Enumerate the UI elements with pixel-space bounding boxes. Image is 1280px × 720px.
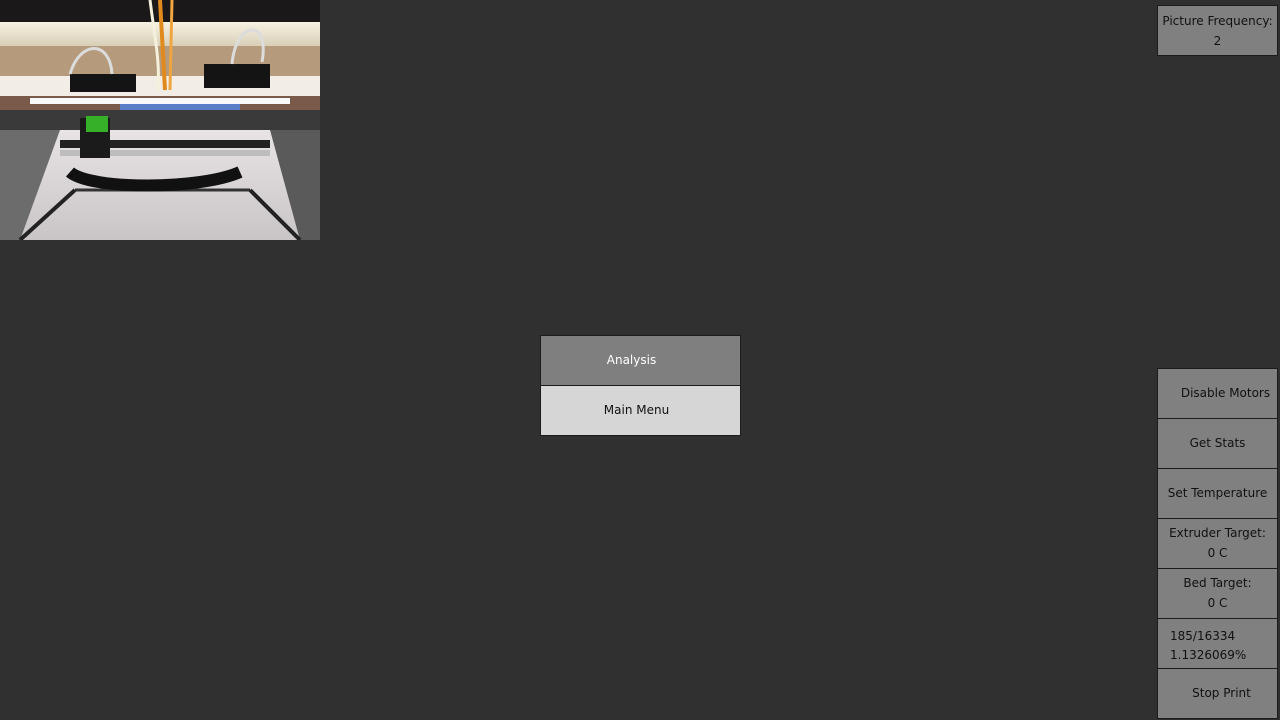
picture-frequency-panel: Picture Frequency: 2: [1157, 5, 1278, 56]
camera-feed: [0, 0, 320, 240]
progress-count: 185/16334: [1170, 629, 1236, 643]
picture-frequency-label: Picture Frequency:: [1162, 14, 1273, 28]
printer-controls: Disable Motors Get Stats Set Temperature…: [1157, 368, 1278, 719]
get-stats-button[interactable]: Get Stats: [1157, 418, 1278, 469]
stop-print-label: Stop Print: [1192, 686, 1251, 700]
stop-print-button[interactable]: Stop Print: [1157, 668, 1278, 719]
main-menu-button-label: Main Menu: [603, 403, 670, 417]
analysis-button[interactable]: Analysis: [540, 335, 741, 386]
picture-frequency-value: 2: [1213, 34, 1222, 48]
extruder-target-value: 0 C: [1207, 546, 1228, 560]
disable-motors-label: Disable Motors: [1180, 386, 1271, 400]
get-stats-label: Get Stats: [1189, 436, 1246, 450]
extruder-target-label: Extruder Target:: [1169, 526, 1266, 540]
progress-percent: 1.1326069%: [1170, 648, 1247, 662]
main-menu-button[interactable]: Main Menu: [540, 385, 741, 436]
bed-target-value: 0 C: [1207, 596, 1228, 610]
camera-feed-image: [0, 0, 320, 240]
set-temperature-label: Set Temperature: [1167, 486, 1268, 500]
extruder-target-field[interactable]: Extruder Target: 0 C: [1157, 518, 1278, 569]
analysis-button-label: Analysis: [606, 353, 657, 367]
set-temperature-button[interactable]: Set Temperature: [1157, 468, 1278, 519]
print-progress-panel: 185/16334 1.1326069%: [1157, 618, 1278, 669]
bed-target-field[interactable]: Bed Target: 0 C: [1157, 568, 1278, 619]
center-menu: Analysis Main Menu: [540, 335, 741, 436]
bed-target-label: Bed Target:: [1183, 576, 1252, 590]
disable-motors-button[interactable]: Disable Motors: [1157, 368, 1278, 419]
